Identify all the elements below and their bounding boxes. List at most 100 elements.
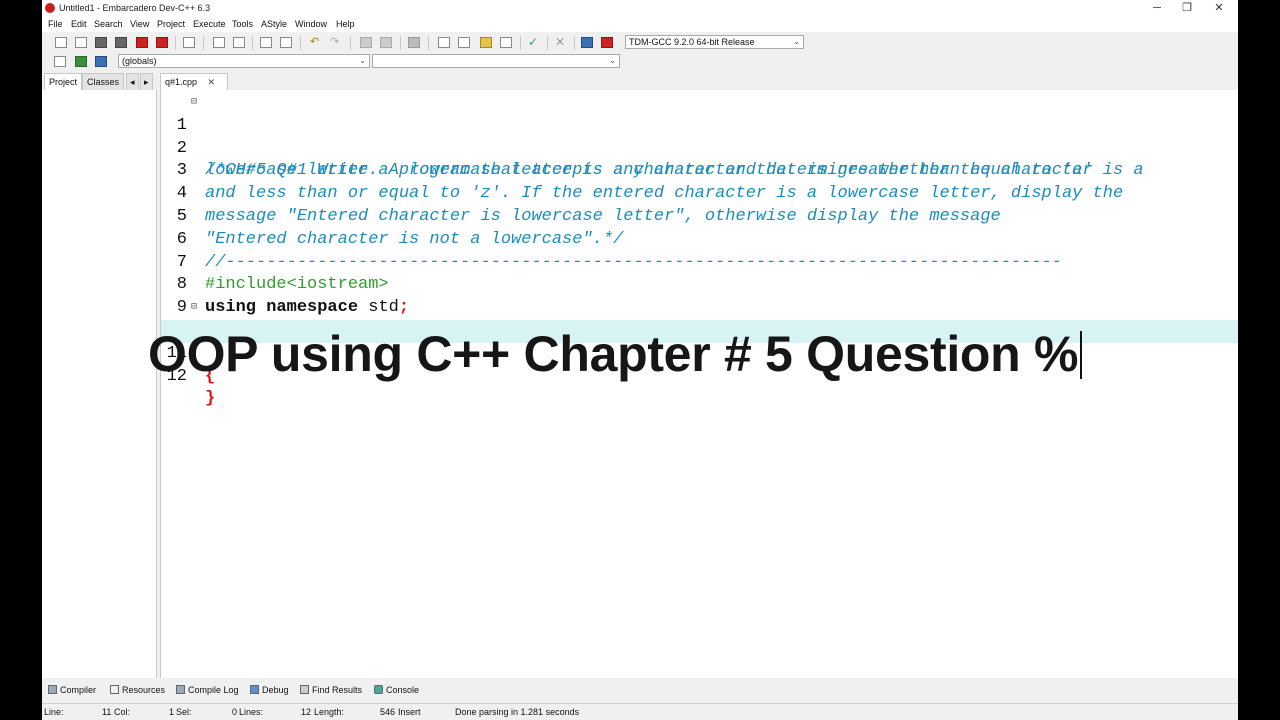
check-syntax-icon[interactable]: ✓	[528, 36, 540, 48]
print-icon[interactable]	[183, 37, 195, 48]
code-line: 1 ⊟ /*CH#5 Q#1 Write a program that acce…	[161, 92, 1238, 181]
code-line: 9 int main()	[161, 274, 1238, 340]
close-file-icon[interactable]	[136, 37, 148, 48]
project-panel	[42, 90, 157, 678]
menu-help[interactable]: Help	[336, 17, 355, 32]
find-results-icon	[300, 685, 309, 694]
redo-icon[interactable]: ↷	[330, 37, 342, 48]
compile-log-icon	[176, 685, 185, 694]
fold-toggle-icon[interactable]: ⊟	[191, 303, 197, 313]
find-icon[interactable]	[213, 37, 225, 48]
tab-console[interactable]: Console	[374, 685, 419, 696]
class-browser-icon[interactable]	[438, 37, 450, 48]
goto-bookmark-icon[interactable]	[95, 56, 107, 67]
compiler-icon	[48, 685, 57, 694]
menu-window[interactable]: Window	[295, 17, 327, 32]
function-select[interactable]: ⌄	[372, 54, 620, 68]
chart-icon[interactable]	[581, 37, 593, 48]
chevron-down-icon: ⌄	[609, 56, 616, 65]
menu-tools[interactable]: Tools	[232, 17, 253, 32]
tab-scroll-left-icon[interactable]: ◂	[126, 73, 139, 91]
code-line: 6 //------------------------------------…	[161, 206, 1238, 272]
undo-icon[interactable]: ↶	[310, 37, 322, 48]
goto-line-icon[interactable]	[260, 37, 272, 48]
menu-project[interactable]: Project	[157, 17, 185, 32]
code-line: 10 ⊟ {	[161, 297, 1238, 386]
code-line: 8 using namespace std;	[161, 252, 1238, 317]
toolbar-separator	[520, 36, 521, 50]
tab-label: Compiler	[60, 685, 97, 695]
status-lines-label: Lines:	[239, 707, 264, 717]
menu-edit[interactable]: Edit	[71, 17, 87, 32]
open-file-icon[interactable]	[75, 37, 87, 48]
restore-icon[interactable]: ❐	[1172, 0, 1202, 17]
code-line: 5 "Entered character is not a lowercase"…	[161, 183, 1238, 249]
menu-search[interactable]: Search	[94, 17, 123, 32]
close-tab-icon[interactable]: ✕	[208, 77, 216, 87]
tab-label: Find Results	[312, 685, 363, 695]
replace-icon[interactable]	[233, 37, 245, 48]
bookmark-icon[interactable]	[408, 37, 420, 48]
debug-icon[interactable]	[601, 37, 613, 48]
insert-icon[interactable]	[54, 56, 66, 67]
title-bar: Untitled1 - Embarcadero Dev-C++ 6.3 ─ ❐ …	[42, 0, 1238, 17]
chevron-down-icon: ⌄	[359, 56, 366, 65]
indent-icon[interactable]	[360, 37, 372, 48]
new-file-icon[interactable]	[55, 37, 67, 48]
menu-astyle[interactable]: AStyle	[261, 17, 287, 32]
status-line: 11	[102, 707, 112, 717]
resources-icon	[110, 685, 119, 694]
menu-execute[interactable]: Execute	[193, 17, 226, 32]
tab-label: Compile Log	[188, 685, 239, 695]
tab-scroll-right-icon[interactable]: ▸	[140, 73, 153, 91]
console-icon	[374, 685, 383, 694]
tab-project[interactable]: Project	[44, 73, 83, 90]
tab-resources[interactable]: Resources	[110, 685, 165, 696]
code-text: }	[205, 389, 216, 409]
fold-toggle-icon[interactable]: ⊟	[191, 98, 197, 108]
stop-icon[interactable]: ✕	[555, 36, 567, 48]
toolbar-separator	[203, 36, 204, 50]
devcpp-app-icon	[45, 3, 55, 13]
compiler-select[interactable]: TDM-GCC 9.2.0 64-bit Release ⌄	[625, 35, 804, 49]
editor-tab-filename: q#1.cpp	[165, 77, 198, 87]
tab-label: Resources	[122, 685, 166, 695]
status-sel: 0	[232, 707, 238, 717]
menu-view[interactable]: View	[130, 17, 149, 32]
globals-select[interactable]: (globals) ⌄	[118, 54, 370, 68]
status-bar: Line: 11 Col: 1 Sel: 0 Lines: 12 Length:…	[42, 703, 1238, 720]
status-message: Done parsing in 1.281 seconds	[455, 707, 580, 717]
close-icon[interactable]: ✕	[1204, 0, 1234, 17]
tab-find-results[interactable]: Find Results	[300, 685, 362, 696]
toggle-bookmark-icon[interactable]	[75, 56, 87, 67]
toolbar-separator	[350, 36, 351, 50]
tab-label: Debug	[262, 685, 289, 695]
tab-editor-file[interactable]: q#1.cpp ✕	[160, 73, 228, 90]
minimize-icon[interactable]: ─	[1142, 0, 1172, 17]
chevron-down-icon: ⌄	[793, 37, 800, 46]
toolbar-separator	[428, 36, 429, 50]
tab-debug[interactable]: Debug	[250, 685, 289, 696]
toolbar-separator	[547, 36, 548, 50]
tab-classes[interactable]: Classes	[82, 73, 125, 91]
tab-compiler[interactable]: Compiler	[48, 685, 96, 696]
unindent-icon[interactable]	[380, 37, 392, 48]
code-editor[interactable]: 1 ⊟ /*CH#5 Q#1 Write a program that acce…	[160, 90, 1238, 678]
status-mode: Insert	[398, 707, 421, 717]
tile-icon[interactable]	[480, 37, 492, 48]
close-all-icon[interactable]	[156, 37, 168, 48]
status-length-label: Length:	[314, 707, 345, 717]
toggle-comment-icon[interactable]	[280, 37, 292, 48]
status-sel-label: Sel:	[176, 707, 192, 717]
text-caret	[1080, 331, 1083, 379]
status-length: 546	[380, 707, 396, 717]
save-icon[interactable]	[95, 37, 107, 48]
project-view-icon[interactable]	[458, 37, 470, 48]
menu-file[interactable]: File	[48, 17, 63, 32]
grid-icon[interactable]	[500, 37, 512, 48]
tab-compile-log[interactable]: Compile Log	[176, 685, 239, 696]
toolbar-separator	[400, 36, 401, 50]
save-all-icon[interactable]	[115, 37, 127, 48]
debug-tab-icon	[250, 685, 259, 694]
status-col: 1	[169, 707, 175, 717]
